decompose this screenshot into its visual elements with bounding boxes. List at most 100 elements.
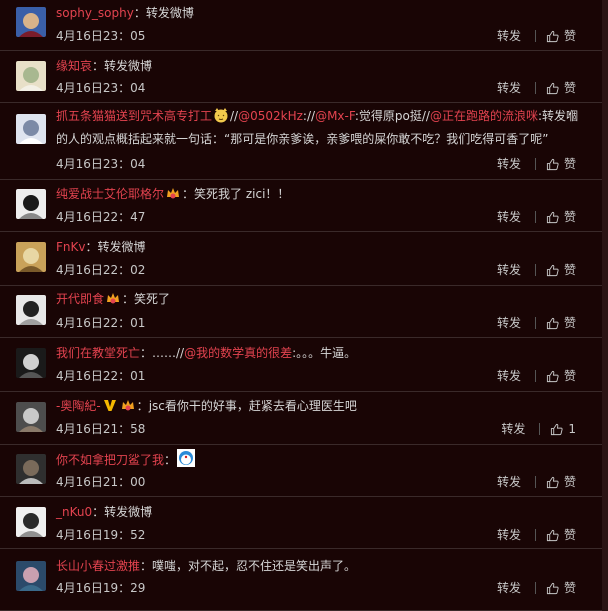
repost-button[interactable]: 转发 [497,28,521,44]
scrollbar-track[interactable] [602,0,608,611]
avatar[interactable] [16,507,46,537]
like-label: 赞 [563,29,576,43]
repost-button[interactable]: 转发 [501,421,525,437]
member-badge-icon [165,185,181,207]
comment-item: sophy_sophy：转发微博 4月16日23：05 转发 赞 [0,0,608,51]
comment-separator: ： [122,292,135,306]
action-divider [534,211,536,223]
comment-text: jsc看你干的好事，赶紧去看心理医生吧 [148,399,357,413]
comment-timestamp: 4月16日22：01 [56,316,146,330]
like-button[interactable]: 赞 [546,527,576,543]
comment-separator: ： [140,559,153,573]
doraemon-sticker-icon [177,449,196,473]
like-button[interactable]: 赞 [546,262,576,278]
repost-button[interactable]: 转发 [497,209,521,225]
repost-button[interactable]: 转发 [497,580,521,596]
comment-username[interactable]: 缘知哀 [56,59,92,73]
thumbs-up-icon [546,264,564,277]
mention-link[interactable]: @正在跑路的流浪咪 [430,109,538,123]
comment-username[interactable]: sophy_sophy [56,6,134,20]
comment-timestamp: 4月16日19：52 [56,528,146,542]
comment-body: _nKu0：转发微博 [56,502,578,522]
comment-actions: 转发 赞 [497,580,576,596]
comment-body: 长山小春过激推：噗嗤，对不起，忍不住还是笑出声了。 [56,556,578,576]
thumbs-up-icon [546,370,564,383]
like-button[interactable]: 1 [550,421,576,437]
repost-button[interactable]: 转发 [497,368,521,384]
repost-separator: :// [302,109,316,123]
avatar[interactable] [16,114,46,144]
like-button[interactable]: 赞 [546,580,576,596]
comment-timestamp: 4月16日19：29 [56,581,146,595]
action-divider [534,582,536,594]
thumbs-up-icon [546,30,564,43]
comment-username[interactable]: _nKu0 [56,505,92,519]
like-button[interactable]: 赞 [546,474,576,490]
like-button[interactable]: 赞 [546,80,576,96]
member-badge-icon [120,397,136,419]
like-button[interactable]: 赞 [546,315,576,331]
avatar[interactable] [16,402,46,432]
comment-username[interactable]: 抓五条猫猫送到咒术高专打工 [56,109,212,123]
repost-button[interactable]: 转发 [497,474,521,490]
comment-list: sophy_sophy：转发微博 4月16日23：05 转发赞缘知哀：转发微博 4月1… [0,0,608,611]
comment-username[interactable]: 我们在教堂死亡 [56,346,140,360]
avatar[interactable] [16,295,46,325]
comment-timestamp: 4月16日22：01 [56,369,146,383]
action-divider [534,264,536,276]
comment-item: 抓五条猫猫送到咒术高专打工//@0502kHz://@Mx-F:觉得原po挺//… [0,103,608,180]
comment-actions: 转发 赞 [497,315,576,331]
like-label: 赞 [563,263,576,277]
avatar[interactable] [16,242,46,272]
avatar[interactable] [16,61,46,91]
like-button[interactable]: 赞 [546,368,576,384]
mention-link[interactable]: @Mx-F [315,109,355,123]
comment-body: 缘知哀：转发微博 [56,56,578,76]
comment-actions: 转发 赞 [497,474,576,490]
comment-username[interactable]: -奥陶紀- [56,399,101,413]
comment-username[interactable]: 开代即食 [56,292,104,306]
mention-link[interactable]: @我的数学真的很差 [184,346,292,360]
comment-body: 开代即食 ：笑死了 [56,289,578,312]
repost-button[interactable]: 转发 [497,527,521,543]
thumbs-up-icon [546,158,564,171]
comment-actions: 转发 赞 [497,368,576,384]
comment-text: 转发微博 [104,505,153,519]
like-label: 赞 [563,369,576,383]
comment-username[interactable]: 你不如拿把刀鲨了我 [56,453,164,467]
comment-body: 你不如拿把刀鲨了我： [56,449,578,473]
like-button[interactable]: 赞 [546,209,576,225]
comment-username[interactable]: FnKv [56,240,85,254]
mention-link[interactable]: @0502kHz [238,109,303,123]
comment-text: 笑死了 [134,292,171,306]
repost-button[interactable]: 转发 [497,80,521,96]
comment-timestamp: 4月16日22：47 [56,210,146,224]
avatar[interactable] [16,454,46,484]
comment-item: 纯爱战士艾伦耶格尔 ：笑死我了 zici！！ 4月16日22：47 转发 赞 [0,180,608,232]
comment-text: 转发微博 [104,59,153,73]
like-button[interactable]: 赞 [546,28,576,44]
comment-separator: ： [182,187,195,201]
repost-button[interactable]: 转发 [497,156,521,172]
verified-v-icon [102,397,118,419]
comment-separator: ：……// [140,346,185,360]
comment-username[interactable]: 纯爱战士艾伦耶格尔 [56,187,164,201]
thumbs-up-icon [546,582,564,595]
like-button[interactable]: 赞 [546,156,576,172]
like-label: 赞 [563,157,576,171]
avatar[interactable] [16,7,46,37]
thumbs-up-icon [546,211,564,224]
avatar[interactable] [16,561,46,591]
avatar[interactable] [16,189,46,219]
avatar[interactable] [16,348,46,378]
comment-username[interactable]: 长山小春过激推 [56,559,140,573]
like-label: 赞 [563,475,576,489]
comment-actions: 转发 赞 [497,262,576,278]
comment-item: 长山小春过激推：噗嗤，对不起，忍不住还是笑出声了。 4月16日19：29 转发 赞 [0,549,608,611]
comment-item: _nKu0：转发微博 4月16日19：52 转发 赞 [0,497,608,549]
comment-actions: 转发 赞 [497,527,576,543]
comment-timestamp: 4月16日21：00 [56,475,146,489]
repost-button[interactable]: 转发 [497,262,521,278]
action-divider [534,476,536,488]
repost-button[interactable]: 转发 [497,315,521,331]
